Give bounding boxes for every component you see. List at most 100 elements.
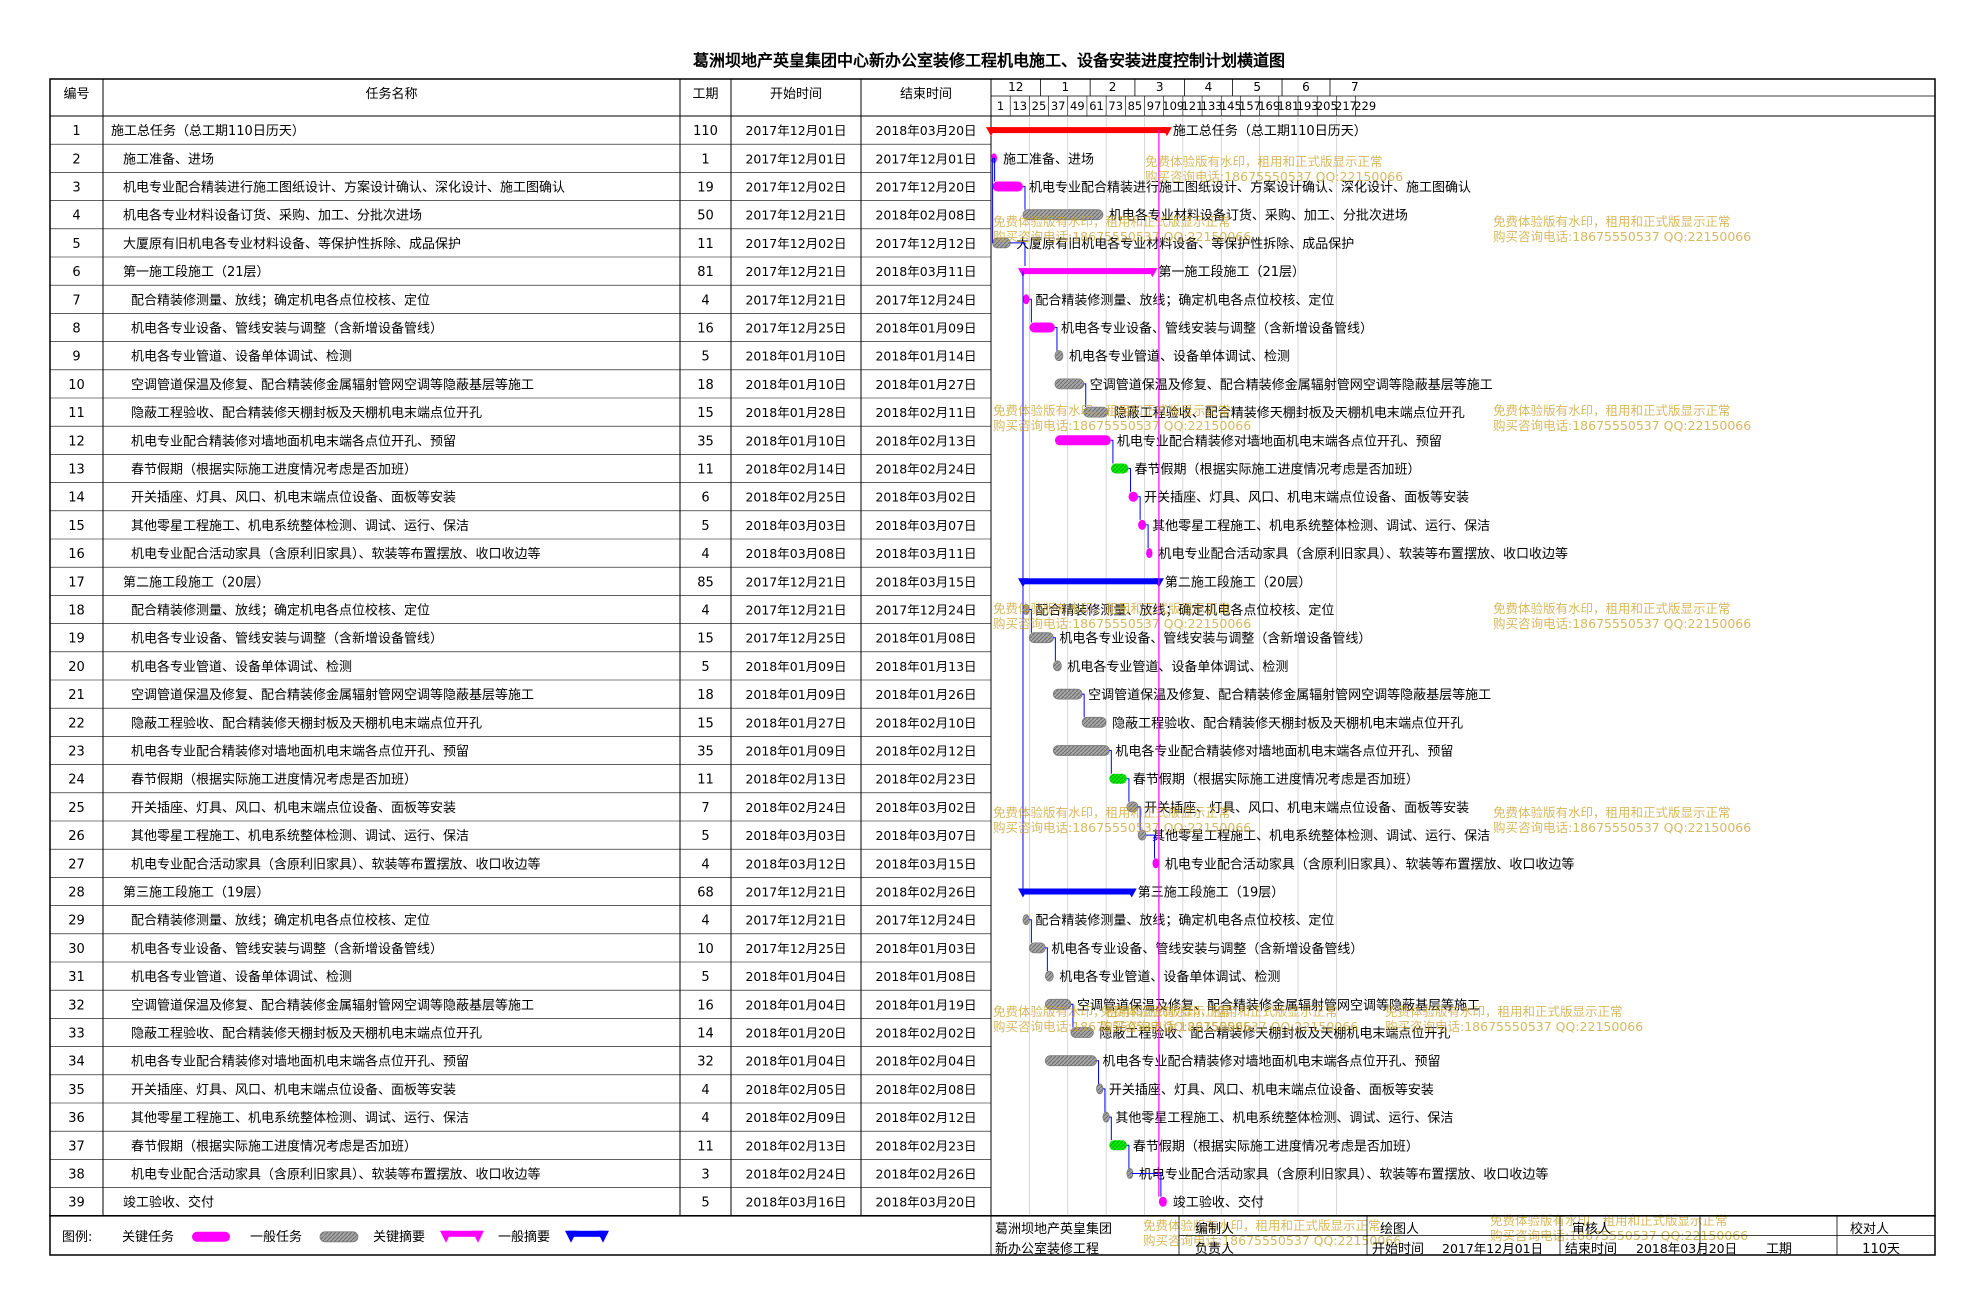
footer-compiler: 编制人 <box>1195 1222 1234 1237</box>
task-start: 2017年12月25日 <box>745 941 846 956</box>
table-row: 7 配合精装修测量、放线；确定机电各点位校核、定位 4 2017年12月21日 2017… <box>72 292 976 308</box>
table-row: 23 机电各专业配合精装修对墙地面机电末端各点位开孔、预留 35 2018年01月09… <box>68 744 976 760</box>
task-name: 开关插座、灯具、风口、机电末端点位设备、面板等安装 <box>131 490 456 506</box>
dependency-line <box>1146 524 1149 549</box>
bar-label: 其他零星工程施工、机电系统整体检测、调试、运行、保洁 <box>1152 519 1490 534</box>
dependency-line <box>1054 327 1058 351</box>
task-duration: 16 <box>697 998 714 1013</box>
task-end: 2017年12月01日 <box>875 151 976 166</box>
task-duration: 5 <box>701 660 709 675</box>
task-bar <box>1110 463 1129 474</box>
task-start: 2018年02月09日 <box>745 1110 846 1125</box>
footer-company: 葛洲坝地产英皇集团 <box>995 1221 1112 1237</box>
table-row: 9 机电各专业管道、设备单体调试、检测 5 2018年01月10日 2018年01月14… <box>72 349 976 365</box>
bar-label: 机电各专业管道、设备单体调试、检测 <box>1067 659 1288 675</box>
task-bar-group <box>1052 688 1083 700</box>
task-start: 2018年01月04日 <box>745 1054 846 1069</box>
task-start: 2018年02月24日 <box>745 1167 846 1182</box>
bar-label: 机电各专业管道、设备单体调试、检测 <box>1069 349 1290 365</box>
bar-label: 配合精装修测量、放线；确定机电各点位校核、定位 <box>1035 292 1334 308</box>
table-row: 39 竣工验收、交付 5 2018年03月16日 2018年03月20日 <box>68 1195 976 1211</box>
task-end: 2018年01月27日 <box>875 377 976 392</box>
day-label: 49 <box>1070 99 1085 113</box>
task-start: 2018年01月27日 <box>745 715 846 730</box>
task-duration: 4 <box>701 293 709 308</box>
task-name: 大厦原有旧机电各专业材料设备、等保护性拆除、成品保护 <box>123 236 461 252</box>
bar-label: 施工总任务（总工期110日历天） <box>1173 123 1367 139</box>
task-id: 39 <box>68 1196 85 1211</box>
legend-item-label: 一般任务 <box>250 1229 302 1245</box>
task-duration: 15 <box>697 716 714 731</box>
table-row: 15 其他零星工程施工、机电系统整体检测、调试、运行、保洁 5 2018年03月03日… <box>68 518 976 534</box>
day-label: 25 <box>1032 99 1047 113</box>
dependency-line <box>1126 778 1130 802</box>
task-bar-group <box>992 181 1023 192</box>
task-start: 2017年12月02日 <box>745 180 846 195</box>
bar-label: 春节假期（根据实际施工进度情况考虑是否加班） <box>1133 1138 1419 1154</box>
dependency-line <box>1045 947 1048 972</box>
table-row: 32 空调管道保温及修复、配合精装修金属辐射管网空调等隐蔽基层等施工 16 2018年… <box>68 997 976 1013</box>
task-start: 2017年12月21日 <box>745 913 846 928</box>
watermark: 免费体验版有水印，租用和正式版显示正常购买咨询电话:18675550537 QQ… <box>1493 403 1751 433</box>
task-start: 2018年01月28日 <box>745 405 846 420</box>
task-name: 空调管道保温及修复、配合精装修金属辐射管网空调等隐蔽基层等施工 <box>131 377 534 393</box>
task-end: 2018年02月02日 <box>875 1026 976 1041</box>
summary-bar <box>1017 268 1158 278</box>
task-bar-group <box>1044 1055 1097 1067</box>
task-duration: 1 <box>701 152 709 167</box>
task-name: 机电各专业配合精装修对墙地面机电末端各点位开孔、预留 <box>131 744 469 760</box>
task-bar-group <box>1138 519 1147 530</box>
footer-drawer: 绘图人 <box>1380 1222 1419 1237</box>
task-name: 机电各专业设备、管线安装与调整（含新增设备管线） <box>131 321 443 337</box>
table-row: 5 大厦原有旧机电各专业材料设备、等保护性拆除、成品保护 11 2017年12月02日… <box>72 236 976 252</box>
task-end: 2018年03月02日 <box>875 490 976 505</box>
task-bar <box>1128 491 1139 502</box>
task-end: 2018年02月11日 <box>875 405 976 420</box>
task-id: 7 <box>72 293 80 308</box>
task-bar <box>1146 548 1153 559</box>
watermark-line: 购买咨询电话:18675550537 QQ:22150066 <box>993 616 1251 631</box>
task-name: 机电专业配合精装进行施工图纸设计、方案设计确认、深化设计、施工图确认 <box>123 180 565 196</box>
task-start: 2018年01月10日 <box>745 349 846 364</box>
task-bar <box>1096 1083 1104 1095</box>
month-label: 7 <box>1351 80 1359 94</box>
table-row: 2 施工准备、进场 1 2017年12月01日 2017年12月01日 <box>72 151 976 167</box>
task-duration: 4 <box>701 1083 709 1098</box>
summary-bar <box>1017 578 1164 588</box>
footer-reviewer: 审核人 <box>1572 1222 1611 1237</box>
gantt-page: 葛洲坝地产英皇集团中心新办公室装修工程机电施工、设备安装进度控制计划横道图 编号… <box>0 0 1979 1300</box>
month-label: 2 <box>1109 80 1117 94</box>
table-row: 25 开关插座、灯具、风口、机电末端点位设备、面板等安装 7 2018年02月24日 2… <box>68 800 976 816</box>
task-name: 隐蔽工程验收、配合精装修天棚封板及天棚机电末端点位开孔 <box>131 1026 482 1042</box>
table-row: 13 春节假期（根据实际施工进度情况考虑是否加班） 11 2018年02月14日 201… <box>68 462 976 478</box>
dependency-line <box>1082 693 1085 718</box>
task-start: 2017年12月01日 <box>745 151 846 166</box>
task-name: 机电各专业管道、设备单体调试、检测 <box>131 659 352 675</box>
bar-label: 空调管道保温及修复、配合精装修金属辐射管网空调等隐蔽基层等施工 <box>1090 377 1493 393</box>
task-start: 2018年02月13日 <box>745 1138 846 1153</box>
task-bar <box>1102 1111 1110 1123</box>
footer-manager: 负责人 <box>1195 1242 1234 1257</box>
task-duration: 5 <box>701 829 709 844</box>
task-duration: 16 <box>697 322 714 337</box>
table-row: 30 机电各专业设备、管线安装与调整（含新增设备管线） 10 2017年12月25日 2… <box>68 941 976 957</box>
task-bar <box>1081 716 1107 728</box>
bar-label: 春节假期（根据实际施工进度情况考虑是否加班） <box>1135 462 1421 478</box>
task-id: 6 <box>72 265 80 280</box>
task-end: 2018年03月07日 <box>875 828 976 843</box>
task-name: 其他零星工程施工、机电系统整体检测、调试、运行、保洁 <box>131 1111 469 1126</box>
task-end: 2018年02月04日 <box>875 1054 976 1069</box>
dependency-line <box>1029 298 1032 323</box>
task-bar <box>1054 435 1111 446</box>
task-name: 机电各专业材料设备订货、采购、加工、分批次进场 <box>123 208 422 224</box>
task-start: 2018年02月25日 <box>745 490 846 505</box>
task-end: 2018年01月08日 <box>875 969 976 984</box>
day-label: 229 <box>1354 99 1376 113</box>
task-duration: 7 <box>701 801 709 816</box>
task-bar-group <box>1110 463 1129 474</box>
task-duration: 18 <box>697 378 714 393</box>
month-label: 3 <box>1156 80 1164 94</box>
task-bar-group <box>1109 773 1127 784</box>
watermark: 免费体验版有水印，租用和正式版显示正常购买咨询电话:18675550537 QQ… <box>993 805 1251 835</box>
summary-bar <box>986 127 1172 137</box>
